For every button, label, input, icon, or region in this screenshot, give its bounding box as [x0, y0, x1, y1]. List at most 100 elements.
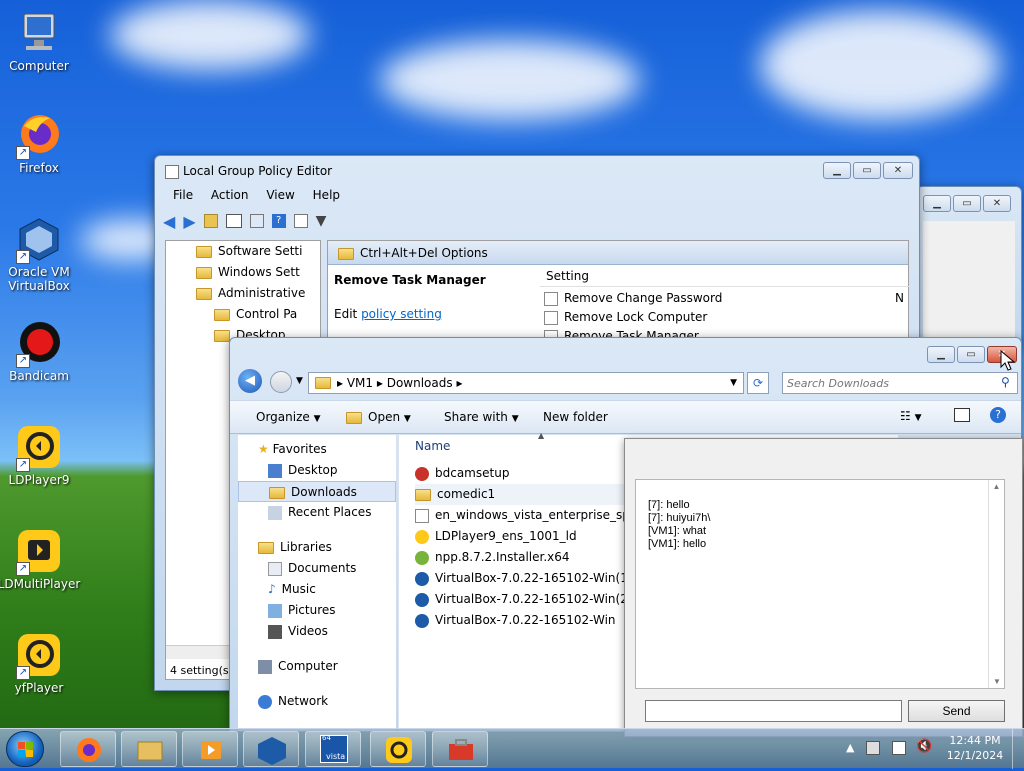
forward-arrow-icon[interactable]: ▶ — [183, 212, 195, 231]
close-button[interactable]: ✕ — [883, 162, 913, 179]
nav-music[interactable]: ♪ Music — [238, 579, 396, 600]
virtualbox-icon: ↗ — [16, 216, 62, 264]
taskbar-media[interactable] — [182, 731, 238, 767]
taskbar-virtualbox[interactable] — [243, 731, 299, 767]
close-button[interactable]: ✕ — [983, 195, 1011, 212]
computer-icon — [258, 659, 272, 674]
nav-favorites[interactable]: ★ Favorites — [238, 439, 396, 460]
desktop-icon-virtualbox[interactable]: ↗ Oracle VM VirtualBox — [0, 216, 81, 293]
breadcrumb-arrow-icon: ▸ — [337, 376, 347, 390]
shortcut-arrow-icon: ↗ — [16, 458, 30, 472]
view-options-icon[interactable]: ☷ ▼ — [900, 409, 922, 423]
preview-pane-icon[interactable] — [954, 408, 970, 422]
virtualbox-icon — [415, 592, 429, 607]
clock[interactable]: 12:44 PM 12/1/2024 — [940, 733, 1010, 763]
nav-computer[interactable]: Computer — [238, 656, 396, 677]
network-tray-icon[interactable] — [866, 741, 880, 755]
desktop-icon-computer[interactable]: Computer — [0, 10, 81, 73]
firefox-icon: ↗ — [16, 112, 62, 160]
minimize-button[interactable]: ▁ — [927, 346, 955, 363]
column-header-setting[interactable]: Setting — [540, 265, 910, 287]
chat-window[interactable]: [7]: hello [7]: huiyui7h\ [VM1]: what [V… — [624, 438, 1023, 737]
minimize-button[interactable]: ▁ — [823, 162, 851, 179]
chat-message-input[interactable] — [645, 700, 902, 722]
folder-icon — [415, 488, 431, 501]
help-icon[interactable]: ? — [271, 214, 286, 228]
recent-pages-chevron-icon[interactable]: ▼ — [296, 376, 303, 386]
policy-icon — [544, 291, 558, 306]
organize-button[interactable]: Organize ▼ — [256, 410, 321, 424]
send-button[interactable]: Send — [908, 700, 1005, 722]
ldmultiplayer-icon: ↗ — [16, 528, 62, 576]
tree-item[interactable]: Administrative — [166, 283, 320, 304]
taskbar-vista-vm[interactable]: 64 vista — [305, 731, 361, 767]
nav-pictures[interactable]: Pictures — [238, 600, 396, 621]
navigation-pane: ★ Favorites Desktop Downloads Recent Pla… — [238, 435, 396, 731]
show-hide-tree-icon[interactable] — [225, 214, 242, 228]
desktop-icon-bandicam[interactable]: ↗ Bandicam — [0, 320, 81, 383]
edit-policy-link[interactable]: policy setting — [361, 307, 442, 321]
tree-item[interactable]: Windows Sett — [166, 262, 320, 283]
volume-muted-icon[interactable]: 🔇 — [916, 739, 932, 754]
nav-recent-places[interactable]: Recent Places — [238, 502, 396, 523]
tree-item[interactable]: Software Setti — [166, 241, 320, 262]
back-button[interactable]: ◀ — [238, 369, 262, 393]
desktop-icon-label: LDMultiPlayer — [0, 577, 81, 591]
taskbar-ldplayer[interactable] — [370, 731, 426, 767]
address-dropdown-icon[interactable]: ▼ — [730, 373, 737, 393]
taskbar-toolbox[interactable] — [432, 731, 488, 767]
breadcrumb-vm1[interactable]: VM1 — [347, 376, 373, 390]
nav-videos[interactable]: Videos — [238, 621, 396, 642]
background-window[interactable]: ▁ ▭ ✕ — [916, 186, 1022, 346]
desktop-icon-yfplayer[interactable]: ↗ yfPlayer — [0, 632, 81, 695]
nav-desktop[interactable]: Desktop — [238, 460, 396, 481]
nav-libraries[interactable]: Libraries — [238, 537, 396, 558]
show-hidden-icons-button[interactable]: ▲ — [846, 741, 854, 754]
maximize-button[interactable]: ▭ — [957, 346, 985, 363]
open-button[interactable]: Open ▼ — [346, 410, 411, 424]
share-with-button[interactable]: Share with ▼ — [444, 410, 519, 424]
maximize-button[interactable]: ▭ — [853, 162, 881, 179]
desktop-icon-firefox[interactable]: ↗ Firefox — [0, 112, 81, 175]
properties-icon[interactable] — [293, 214, 308, 228]
new-folder-button[interactable]: New folder — [543, 410, 608, 424]
export-list-icon[interactable] — [249, 214, 264, 228]
menu-file[interactable]: File — [173, 188, 193, 202]
nav-downloads[interactable]: Downloads — [238, 481, 396, 502]
taskbar-explorer[interactable] — [121, 731, 177, 767]
help-icon[interactable]: ? — [990, 407, 1006, 423]
chat-log-scrollbar[interactable]: ▲ ▼ — [988, 480, 1004, 688]
back-arrow-icon[interactable]: ◀ — [163, 212, 175, 231]
search-icon: ⚲ — [1001, 375, 1010, 389]
menu-action[interactable]: Action — [211, 188, 249, 202]
setting-row[interactable]: Remove Change Password N — [544, 289, 904, 308]
show-desktop-button[interactable] — [1012, 729, 1024, 769]
column-header-name[interactable]: Name — [415, 439, 450, 453]
breadcrumb-downloads[interactable]: Downloads — [387, 376, 453, 390]
chat-log[interactable]: [7]: hello [7]: huiyui7h\ [VM1]: what [V… — [635, 479, 1005, 689]
menu-view[interactable]: View — [266, 188, 294, 202]
desktop-icon-ldplayer9[interactable]: ↗ LDPlayer9 — [0, 424, 81, 487]
action-center-flag-icon[interactable] — [892, 741, 906, 755]
minimize-button[interactable]: ▁ — [923, 195, 951, 212]
bandicam-icon: ↗ — [16, 320, 62, 368]
gpedit-titlebar[interactable]: Local Group Policy Editor ▁ ▭ ✕ — [155, 156, 919, 186]
chat-message: [VM1]: what — [648, 525, 707, 537]
search-input[interactable] — [782, 372, 1018, 394]
nav-documents[interactable]: Documents — [238, 558, 396, 579]
breadcrumb-arrow-icon: ▸ — [376, 376, 387, 390]
up-folder-icon[interactable] — [203, 214, 218, 228]
menu-help[interactable]: Help — [313, 188, 340, 202]
forward-button[interactable] — [270, 371, 292, 393]
taskbar-firefox[interactable] — [60, 731, 116, 767]
nav-network[interactable]: Network — [238, 691, 396, 712]
tree-item[interactable]: Control Pa — [166, 304, 320, 325]
maximize-button[interactable]: ▭ — [953, 195, 981, 212]
refresh-icon[interactable]: ⟳ — [747, 372, 769, 394]
start-button[interactable] — [6, 731, 44, 767]
address-bar[interactable]: ▸ VM1 ▸ Downloads ▸ ▼ — [308, 372, 744, 394]
desktop-icon-ldmultiplayer[interactable]: ↗ LDMultiPlayer — [0, 528, 81, 591]
folder-icon — [346, 411, 362, 424]
filter-icon[interactable]: ▼ — [316, 213, 327, 229]
setting-row[interactable]: Remove Lock Computer — [544, 308, 904, 327]
